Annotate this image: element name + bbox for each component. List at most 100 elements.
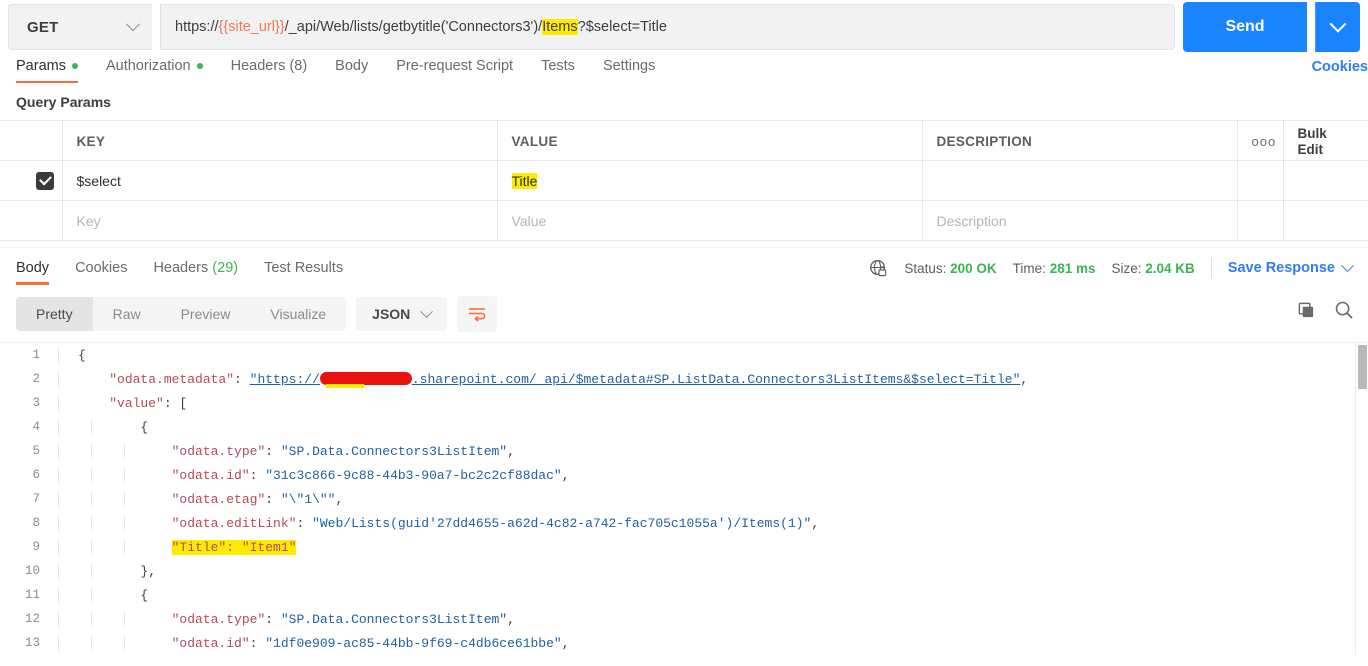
url-segment: ?$select=Title (577, 19, 667, 35)
url-segment: /_api/Web/lists/getbytitle('Connectors3'… (284, 19, 543, 35)
tab-settings[interactable]: Settings (603, 54, 669, 83)
send-button[interactable]: Send (1183, 2, 1307, 52)
copy-icon[interactable] (1297, 301, 1316, 320)
indent-guide (124, 611, 125, 627)
code-token: : (265, 443, 281, 459)
size-value: 2.04 KB (1145, 260, 1195, 276)
code-line: 10 }, (0, 559, 1368, 583)
code-token: , (561, 635, 570, 651)
code-line: 12 "odata.type": "SP.Data.Connectors3Lis… (0, 607, 1368, 631)
url-segment: https:// (175, 19, 219, 35)
unsaved-dot-icon (196, 63, 203, 69)
code-token: "SP.Data.Connectors3ListItem" (280, 611, 508, 627)
code-token: , (507, 443, 515, 459)
row-key-input[interactable]: $select (62, 160, 498, 201)
indent-guide (58, 563, 59, 579)
params-more-options-button[interactable]: ooo (1237, 120, 1284, 161)
ellipsis-icon: ooo (1251, 133, 1277, 149)
code-line-text: { (54, 419, 1368, 435)
search-icon[interactable] (1334, 300, 1354, 320)
table-empty-row: Key Value Description (0, 200, 1368, 241)
response-format-select[interactable]: JSON (356, 297, 448, 331)
view-mode-preview[interactable]: Preview (161, 297, 251, 331)
row-value-text: Title (511, 172, 538, 189)
code-scrollbar[interactable] (1355, 343, 1368, 655)
tab-params-label: Params (16, 58, 66, 74)
code-token: "odata.type" (171, 611, 266, 627)
response-tab-body[interactable]: Body (16, 252, 50, 285)
indent-guide (58, 395, 59, 411)
bulk-edit-button[interactable]: Bulk Edit (1283, 120, 1368, 161)
header-key: KEY (62, 120, 498, 161)
response-body-code[interactable]: 1{2 "odata.metadata": "https://.sharepoi… (0, 342, 1368, 655)
code-token: { (140, 419, 149, 435)
code-token: , (811, 515, 820, 531)
code-line-text: "odata.type": "SP.Data.Connectors3ListIt… (54, 611, 1368, 627)
line-number: 11 (24, 588, 40, 602)
tab-tests[interactable]: Tests (541, 54, 589, 83)
tab-authorization[interactable]: Authorization (106, 54, 217, 83)
code-line: 4 { (0, 415, 1368, 439)
query-params-table: KEY VALUE DESCRIPTION ooo Bulk Edit $sel… (0, 120, 1368, 241)
response-body-toolbar: Pretty Raw Preview Visualize JSON (0, 288, 1368, 342)
indent-guide (91, 539, 92, 555)
line-number: 10 (24, 564, 40, 578)
http-method-select[interactable]: GET (8, 4, 152, 50)
redaction-bar (319, 371, 412, 388)
indent-guide (91, 635, 92, 651)
indent-guide (91, 443, 92, 459)
view-mode-pretty[interactable]: Pretty (16, 297, 93, 331)
word-wrap-button[interactable] (457, 296, 498, 332)
response-tab-cookies[interactable]: Cookies (75, 252, 127, 285)
code-token: "SP.Data.Connectors3ListItem" (280, 443, 508, 459)
row-description-input[interactable] (922, 160, 1238, 201)
time-badge: Time: 281 ms (1013, 261, 1096, 276)
indent-guide (91, 491, 92, 507)
code-line: 13 "odata.id": "1df0e909-ac85-44bb-9f69-… (0, 631, 1368, 655)
code-line-text: "odata.id": "1df0e909-ac85-44bb-9f69-c4d… (54, 635, 1368, 651)
tab-params[interactable]: Params (16, 54, 92, 83)
code-line-text: "odata.type": "SP.Data.Connectors3ListIt… (54, 443, 1368, 459)
line-number: 2 (32, 372, 40, 386)
empty-value-input[interactable]: Value (497, 200, 923, 241)
send-options-button[interactable] (1315, 2, 1360, 52)
response-tab-test-results[interactable]: Test Results (264, 252, 343, 285)
code-line: 8 "odata.editLink": "Web/Lists(guid'27dd… (0, 511, 1368, 535)
url-input[interactable]: https://{{site_url}}/_api/Web/lists/getb… (160, 4, 1175, 50)
header-value: VALUE (497, 120, 923, 161)
time-value: 281 ms (1049, 260, 1096, 276)
indent-guide (58, 467, 59, 483)
line-number: 12 (24, 612, 40, 626)
code-token: "\"1\"" (280, 491, 336, 507)
line-number: 9 (32, 540, 40, 554)
unsaved-dot-icon (71, 63, 78, 69)
indent-guide (124, 539, 125, 555)
row-value-input[interactable]: Title (497, 160, 923, 201)
tab-headers[interactable]: Headers (8) (231, 54, 322, 83)
indent-guide (58, 587, 59, 603)
check-icon (38, 172, 52, 186)
empty-description-input[interactable]: Description (922, 200, 1238, 241)
tab-body[interactable]: Body (335, 54, 382, 83)
view-mode-visualize[interactable]: Visualize (250, 297, 346, 331)
cookies-link[interactable]: Cookies (1312, 59, 1368, 75)
row-checkbox-cell (0, 160, 63, 201)
indent-guide (58, 347, 59, 363)
tab-pre-request-script[interactable]: Pre-request Script (396, 54, 527, 83)
empty-key-input[interactable]: Key (62, 200, 498, 241)
table-row: $select Title (0, 160, 1368, 201)
url-text: https://{{site_url}}/_api/Web/lists/getb… (175, 19, 667, 35)
code-token: "1df0e909-ac85-44bb-9f69-c4db6ce61bbe" (265, 635, 562, 651)
row-enabled-checkbox[interactable] (36, 171, 54, 190)
response-tab-headers[interactable]: Headers (29) (153, 252, 238, 285)
indent-guide (124, 467, 125, 483)
status-label: Status: (904, 260, 947, 276)
code-scrollbar-thumb[interactable] (1358, 345, 1367, 389)
code-line: 11 { (0, 583, 1368, 607)
view-mode-raw[interactable]: Raw (93, 297, 161, 331)
response-tab-headers-label: Headers (153, 259, 213, 276)
indent-guide (58, 515, 59, 531)
indent-guide (58, 419, 59, 435)
code-line-text: "value": [ (54, 395, 1368, 411)
save-response-button[interactable]: Save Response (1228, 258, 1354, 276)
